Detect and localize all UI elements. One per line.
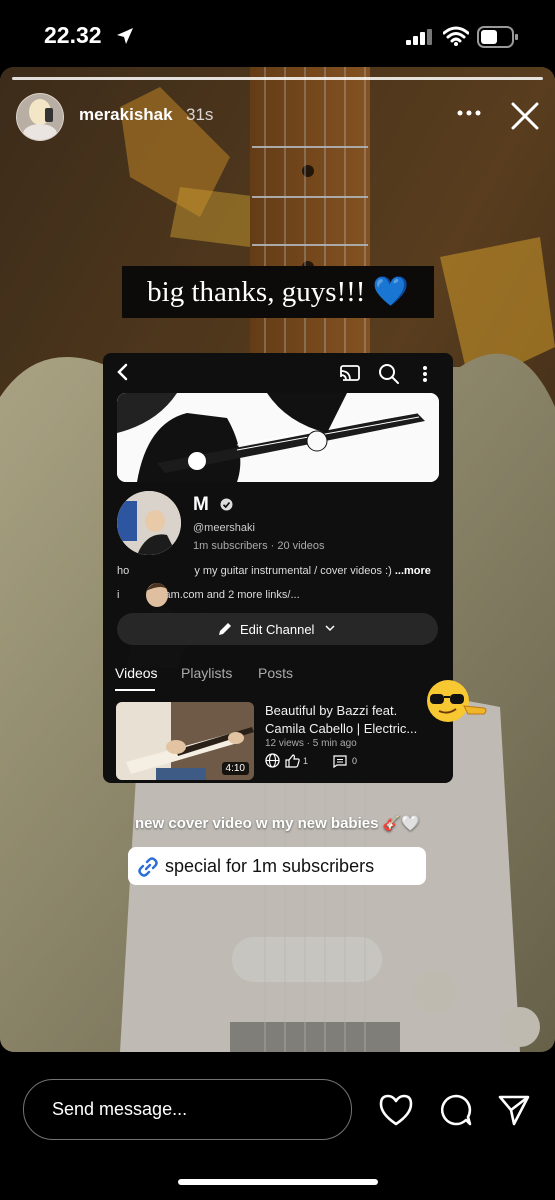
avatar-photo [17, 94, 63, 140]
location-arrow-icon [117, 28, 133, 44]
heart-icon[interactable] [378, 1093, 414, 1127]
send-message-placeholder: Send message... [52, 1099, 188, 1119]
channel-avatar [117, 491, 181, 555]
story-caption: big thanks, guys!!! 💙 [147, 276, 409, 308]
wifi-icon [443, 26, 469, 46]
story-username[interactable]: merakishak [79, 105, 173, 125]
thumbs-up-icon [285, 754, 300, 768]
channel-banner [117, 393, 439, 482]
tab-posts: Posts [258, 665, 294, 681]
link-sticker[interactable]: special for 1m subscribers [128, 847, 426, 885]
send-paperplane-icon[interactable] [497, 1093, 531, 1127]
back-arrow-icon [117, 363, 128, 381]
comment-bubble-icon[interactable] [439, 1093, 473, 1127]
video-meta: 12 views · 5 min ago [265, 738, 357, 749]
status-bar: 22.32 [0, 0, 555, 70]
sunglasses-emoji-sticker [427, 680, 487, 722]
story-caption-secondary: new cover video w my new babies 🎸🤍 [135, 815, 420, 832]
kebab-menu-icon [423, 366, 427, 382]
comment-icon [333, 755, 347, 768]
story-progress-bar [12, 77, 543, 80]
channel-handle: @meershaki [193, 522, 255, 534]
story-timestamp: 31s [186, 105, 214, 124]
video-title: Beautiful by Bazzi feat. Camila Cabello … [265, 703, 418, 736]
channel-name: M [193, 494, 209, 515]
close-icon[interactable] [508, 99, 542, 133]
description-more-link: ...more [394, 565, 431, 577]
avatar[interactable] [16, 93, 64, 141]
comment-count: 0 [352, 756, 358, 766]
channel-stats: 1m subscribers · 20 videos [193, 540, 325, 552]
banner-guitar-drawing [117, 393, 439, 482]
story-caption-box: big thanks, guys!!! 💙 [122, 266, 434, 318]
cast-icon [339, 365, 360, 382]
globe-icon [265, 753, 280, 768]
link-sticker-label: special for 1m subscribers [165, 856, 375, 876]
verified-icon [220, 498, 233, 511]
more-icon[interactable] [452, 101, 486, 125]
send-message-input[interactable]: Send message... [23, 1079, 352, 1140]
channel-avatar-photo [117, 491, 181, 555]
edit-channel-button: Edit Channel [117, 613, 438, 645]
story-frame[interactable]: merakishak 31s big thanks, guys!!! 💙 M @… [0, 67, 555, 1052]
battery-icon [477, 26, 518, 48]
person-cutout-sticker [127, 583, 207, 668]
status-time: 22.32 [44, 22, 102, 48]
tab-videos: Videos [115, 665, 158, 681]
signal-icon [406, 29, 432, 45]
home-indicator [178, 1179, 378, 1185]
description-end: y my guitar instrumental / cover videos … [194, 565, 395, 577]
video-duration: 4:10 [221, 762, 249, 775]
tab-playlists: Playlists [181, 665, 233, 681]
search-icon [379, 364, 399, 384]
like-count: 1 [303, 756, 309, 766]
active-tab-indicator [115, 689, 155, 691]
pencil-icon [219, 623, 231, 635]
video-thumbnail: 4:10 [116, 702, 254, 780]
chevron-down-icon [325, 625, 335, 632]
link-icon [138, 857, 158, 877]
edit-channel-label: Edit Channel [240, 622, 315, 637]
youtube-channel-screenshot[interactable]: M @meershaki 1m subscribers · 20 videos … [103, 353, 453, 783]
